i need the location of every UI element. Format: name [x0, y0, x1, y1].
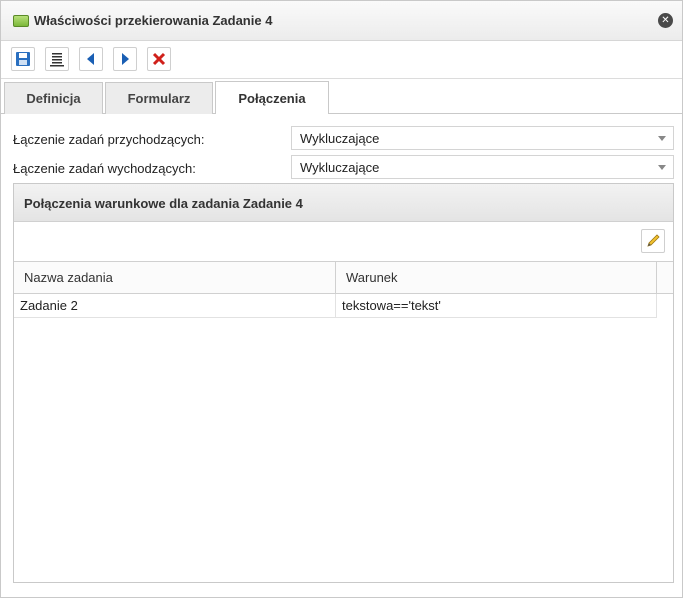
arrow-right-icon — [122, 53, 129, 65]
pencil-icon — [647, 234, 660, 247]
outgoing-join-select[interactable]: Wykluczające — [291, 155, 674, 179]
cell-condition: tekstowa=='tekst' — [342, 298, 441, 313]
edit-button[interactable] — [641, 229, 665, 253]
toolbar — [1, 41, 682, 79]
tab-polaczenia[interactable]: Połączenia — [215, 81, 329, 114]
save-button[interactable] — [11, 47, 35, 71]
dialog-title: Właściwości przekierowania Zadanie 4 — [34, 13, 273, 28]
incoming-join-value: Wykluczające — [300, 131, 380, 146]
delete-button[interactable] — [147, 47, 171, 71]
properties-dialog: Właściwości przekierowania Zadanie 4 ✕ D… — [0, 0, 683, 598]
tab-strip: Definicja Formularz Połączenia — [1, 79, 682, 114]
close-icon[interactable]: ✕ — [658, 13, 673, 28]
previous-button[interactable] — [79, 47, 103, 71]
incoming-join-select[interactable]: Wykluczające — [291, 126, 674, 150]
title-bar[interactable]: Właściwości przekierowania Zadanie 4 ✕ — [1, 1, 682, 41]
chevron-down-icon — [658, 136, 666, 141]
outgoing-join-label: Łączenie zadań wychodzących: — [13, 161, 196, 176]
table-row[interactable]: Zadanie 2 tekstowa=='tekst' — [14, 294, 657, 318]
save-icon — [16, 52, 30, 66]
incoming-join-label: Łączenie zadań przychodzących: — [13, 132, 205, 147]
tab-formularz[interactable]: Formularz — [105, 82, 213, 114]
next-button[interactable] — [113, 47, 137, 71]
tab-definicja[interactable]: Definicja — [4, 82, 103, 114]
outgoing-join-value: Wykluczające — [300, 160, 380, 175]
column-header-condition[interactable]: Warunek — [336, 262, 657, 293]
text-lines-icon — [50, 53, 64, 67]
grid-header: Nazwa zadania Warunek — [14, 261, 673, 294]
panel-title: Połączenia warunkowe dla zadania Zadanie… — [14, 184, 673, 222]
folder-green-icon — [13, 15, 29, 27]
properties-button[interactable] — [45, 47, 69, 71]
column-header-task-name[interactable]: Nazwa zadania — [14, 262, 336, 293]
chevron-down-icon — [658, 165, 666, 170]
arrow-left-icon — [87, 53, 94, 65]
cell-task-name: Zadanie 2 — [14, 294, 336, 317]
conditional-connections-panel: Połączenia warunkowe dla zadania Zadanie… — [13, 183, 674, 583]
red-x-icon — [152, 52, 166, 66]
